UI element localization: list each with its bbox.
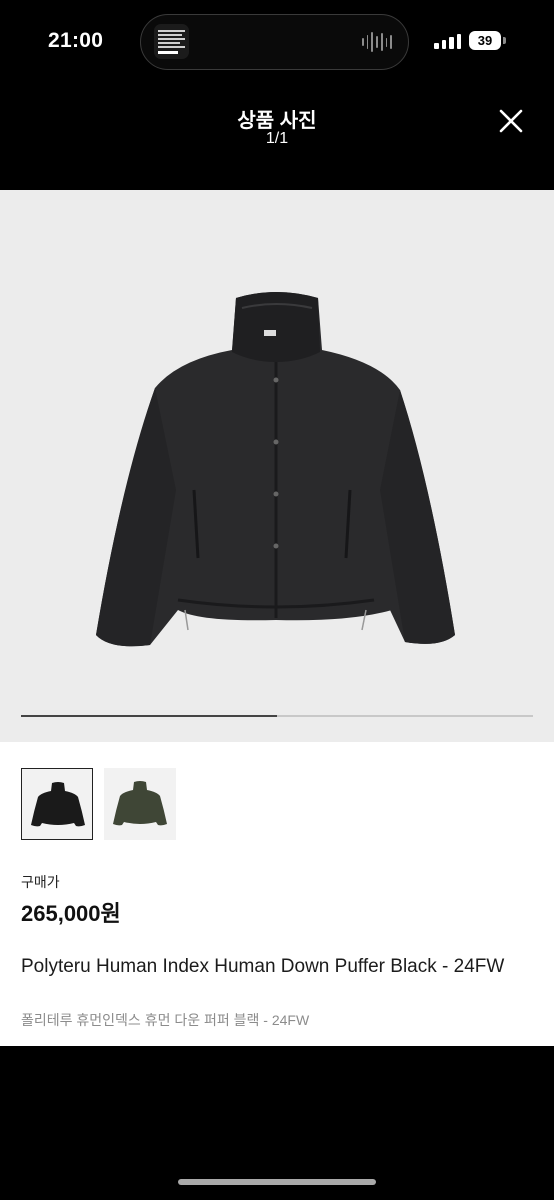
photo-counter: 1/1 — [265, 130, 289, 147]
olive-jacket-thumbnail — [113, 781, 167, 826]
status-bar: 21:00 39 — [0, 0, 554, 86]
price-value: 265,000원 — [21, 901, 121, 926]
photo-viewer-header: 상품 사진 1/1 — [0, 86, 554, 190]
thumbnail-olive-jacket[interactable] — [104, 768, 176, 840]
status-time: 21:00 — [48, 29, 104, 52]
content-sheet: 구매가 265,000원 Polyteru Human Index Human … — [0, 190, 554, 1046]
close-button[interactable] — [493, 103, 529, 139]
close-icon — [499, 109, 523, 133]
battery-icon: 39 — [469, 31, 501, 50]
price-label: 구매가 — [21, 874, 60, 890]
black-jacket-thumbnail — [31, 782, 85, 827]
product-name: Polyteru Human Index Human Down Puffer B… — [21, 956, 505, 977]
page-title: 상품 사진 — [237, 110, 317, 132]
black-puffer-jacket-photo — [96, 292, 455, 647]
carousel-progress — [21, 715, 533, 717]
thumbnail-black-jacket[interactable] — [21, 768, 93, 840]
waveform-icon — [362, 31, 393, 53]
product-name-korean: 폴리테루 휴먼인덱스 휴먼 다운 퍼퍼 블랙 - 24FW — [21, 1012, 310, 1028]
album-art-icon — [154, 24, 189, 59]
dynamic-island[interactable] — [140, 14, 409, 70]
carousel-progress-fill — [21, 715, 277, 717]
battery-tip — [503, 37, 506, 44]
thumbnail-strip — [21, 768, 176, 840]
home-indicator[interactable] — [178, 1179, 376, 1185]
cellular-signal-icon — [434, 33, 461, 49]
photo-carousel[interactable] — [0, 190, 554, 742]
